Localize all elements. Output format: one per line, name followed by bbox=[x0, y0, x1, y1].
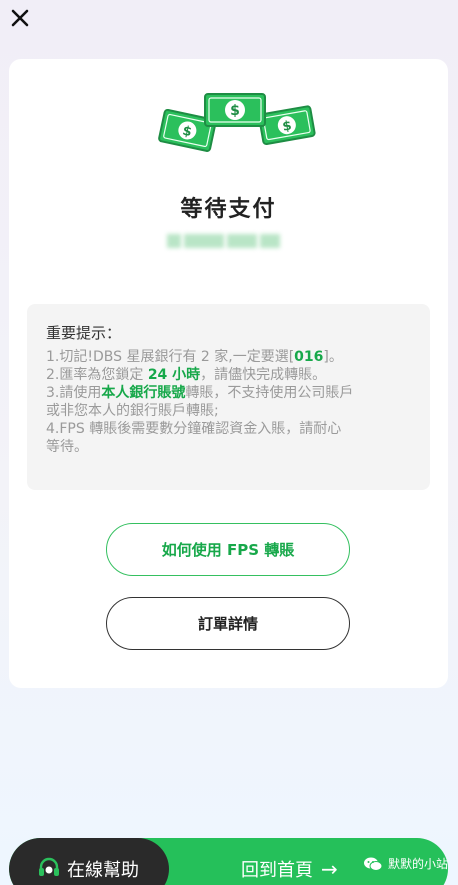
notice-title: 重要提示： bbox=[46, 324, 122, 342]
watermark-text: 默默的小站 bbox=[388, 857, 449, 871]
important-notice: 重要提示： 1.切記!DBS 星展銀行有 2 家,一定要選[016]。 2.匯率… bbox=[27, 304, 430, 490]
page-title: 等待支付 bbox=[180, 197, 277, 222]
wechat-icon bbox=[364, 857, 383, 871]
arrow-right-icon: → bbox=[321, 857, 338, 881]
bank-code: 016 bbox=[294, 349, 324, 365]
back-to-home-button[interactable]: 回到首頁 → bbox=[241, 856, 338, 882]
notice-line-1: 1.切記!DBS 星展銀行有 2 家,一定要選[016]。 bbox=[46, 349, 343, 365]
notice-line-3: 3.請使用本人銀行賬號轉賬，不支持使用公司賬戶 bbox=[46, 385, 354, 401]
money-bills-icon: $ $ $ bbox=[158, 93, 316, 152]
own-account-text: 本人銀行賬號 bbox=[101, 385, 186, 401]
lock-hours: 24 小時 bbox=[147, 367, 201, 383]
notice-line-3b: 或非您本人的銀行賬戶轉賬; bbox=[46, 403, 219, 419]
payment-card: $ $ $ 等待支付 重要提示： 1.切記!DBS 星展銀行有 2 家,一定要選… bbox=[9, 59, 448, 688]
watermark: 默默的小站 bbox=[363, 855, 448, 872]
notice-line-4b: 等待。 bbox=[46, 439, 88, 455]
headset-icon bbox=[39, 857, 59, 876]
svg-text:$: $ bbox=[230, 103, 240, 119]
notice-line-2: 2.匯率為您鎖定 24 小時，請儘快完成轉賬。 bbox=[46, 367, 327, 383]
online-help-label: 在線幫助 bbox=[67, 860, 139, 881]
amount-value-blurred bbox=[167, 227, 285, 255]
how-to-use-fps-button[interactable]: 如何使用 FPS 轉賬 bbox=[106, 523, 350, 576]
order-details-button[interactable]: 訂單詳情 bbox=[106, 597, 350, 650]
close-icon bbox=[11, 9, 29, 27]
back-to-home-label: 回到首頁 bbox=[241, 860, 313, 881]
notice-line-4: 4.FPS 轉賬後需要數分鐘確認資金入賬，請耐心 bbox=[46, 421, 342, 437]
online-help-button[interactable]: 在線幫助 bbox=[9, 838, 169, 885]
close-button[interactable] bbox=[8, 6, 32, 30]
